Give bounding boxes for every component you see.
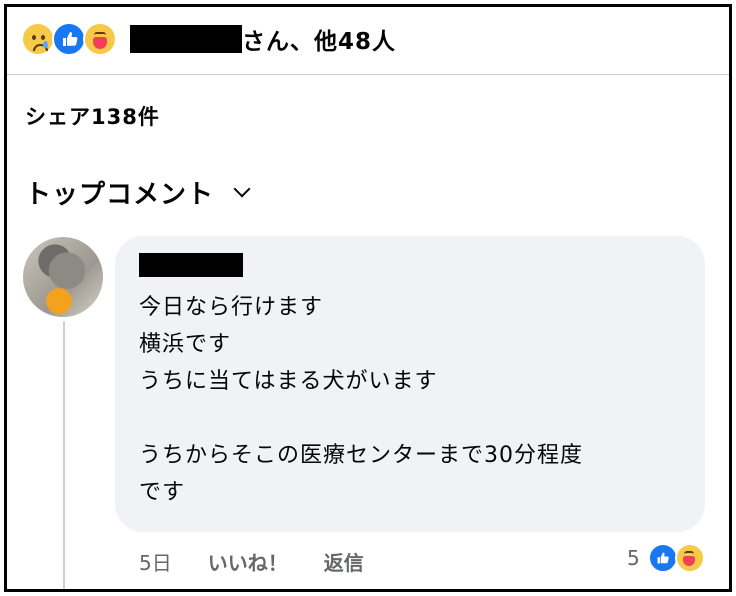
comment-line: です: [139, 480, 186, 505]
comment-time[interactable]: 5日: [139, 547, 172, 576]
avatar[interactable]: [23, 237, 103, 317]
comment-actions: 5日 いいね！ 返信: [139, 547, 364, 576]
like-thumb-icon: [647, 543, 678, 573]
thread-line: [63, 321, 65, 589]
comment-text: 今日なら行けます 横浜です うちに当てはまる犬がいます うちからそこの医療センタ…: [139, 289, 583, 511]
redacted-commenter-name[interactable]: [139, 253, 243, 277]
redacted-name: [130, 25, 242, 53]
post-panel: さん、他48人 シェア138件 トップコメント 今日なら行けます 横浜です うち…: [4, 4, 732, 592]
comment-line: [139, 400, 583, 437]
like-button[interactable]: いいね！: [208, 547, 288, 576]
divider: [7, 74, 729, 75]
care-emoji-icon: [674, 543, 705, 573]
comment-line: うちからそこの医療センターまで30分程度: [139, 443, 583, 468]
comment-reactions[interactable]: 5: [627, 543, 705, 573]
comment-sort-dropdown[interactable]: トップコメント: [25, 174, 251, 211]
comment-line: 横浜です: [139, 332, 232, 357]
comment-sort-label: トップコメント: [25, 180, 215, 210]
reaction-count: 5: [627, 546, 640, 570]
sad-emoji-icon: [21, 22, 55, 56]
reply-button[interactable]: 返信: [324, 547, 364, 576]
care-emoji-icon: [83, 22, 117, 56]
comment-bubble: 今日なら行けます 横浜です うちに当てはまる犬がいます うちからそこの医療センタ…: [115, 236, 705, 532]
like-thumb-icon: [52, 22, 86, 56]
shares-count[interactable]: シェア138件: [25, 101, 160, 131]
comment-line: 今日なら行けます: [139, 295, 324, 320]
chevron-down-icon: [233, 180, 251, 197]
reaction-text: さん、他48人: [242, 29, 397, 55]
reactions-summary[interactable]: さん、他48人: [21, 19, 396, 59]
comment-line: うちに当てはまる犬がいます: [139, 369, 438, 394]
